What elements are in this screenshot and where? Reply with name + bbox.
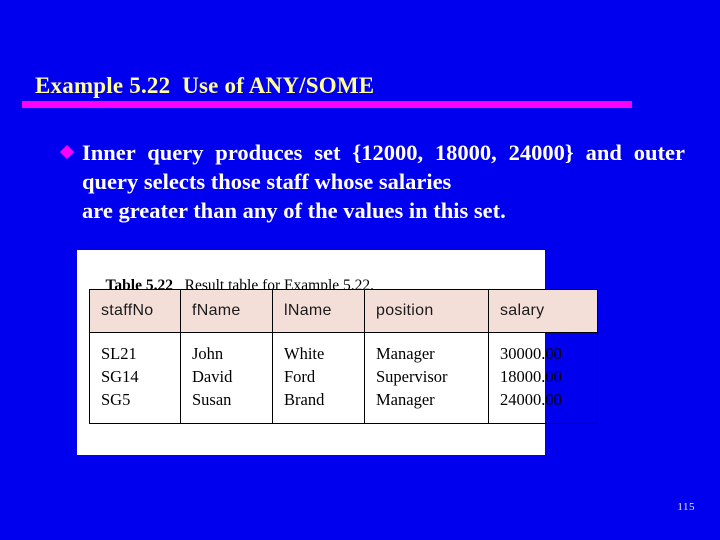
cell-lname: White Ford Brand: [284, 344, 325, 409]
cell-group-salary: 30000.00 18000.00 24000.00: [488, 332, 598, 424]
cell-position: Manager Supervisor Manager: [376, 344, 448, 409]
page-number: 115: [677, 501, 695, 513]
bullet-text: Inner query produces set {12000, 18000, …: [82, 138, 685, 225]
bullet-line-1: Inner query produces set {12000, 18000, …: [82, 140, 574, 165]
column-header-salary: salary: [488, 289, 598, 333]
table-row: SL21 SG14 SG5 John David Susan White For…: [89, 332, 598, 424]
cell-salary: 30000.00 18000.00 24000.00: [500, 344, 562, 409]
cell-group-lname: White Ford Brand: [272, 332, 365, 424]
column-header-staffno: staffNo: [89, 289, 181, 333]
page-title: Example 5.22 Use of ANY/SOME: [35, 73, 375, 98]
table-panel: Table 5.22 Result table for Example 5.22…: [77, 250, 598, 455]
diamond-bullet-icon: [59, 138, 82, 160]
title-underline-rule: [22, 101, 632, 108]
column-header-lname: lName: [272, 289, 365, 333]
list-item: Inner query produces set {12000, 18000, …: [59, 138, 685, 225]
column-header-position: position: [364, 289, 489, 333]
cell-group-fname: John David Susan: [180, 332, 273, 424]
cell-staffno: SL21 SG14 SG5: [101, 344, 139, 409]
cell-fname: John David Susan: [192, 344, 233, 409]
cell-group-position: Manager Supervisor Manager: [364, 332, 489, 424]
table-header-row: staffNo fName lName position salary: [89, 289, 598, 333]
column-header-fname: fName: [180, 289, 273, 333]
cell-group-staffno: SL21 SG14 SG5: [89, 332, 181, 424]
result-table: staffNo fName lName position salary SL21…: [89, 289, 598, 424]
bullet-list: Inner query produces set {12000, 18000, …: [59, 138, 685, 225]
bullet-line-3: are greater than any of the values in th…: [82, 198, 506, 223]
